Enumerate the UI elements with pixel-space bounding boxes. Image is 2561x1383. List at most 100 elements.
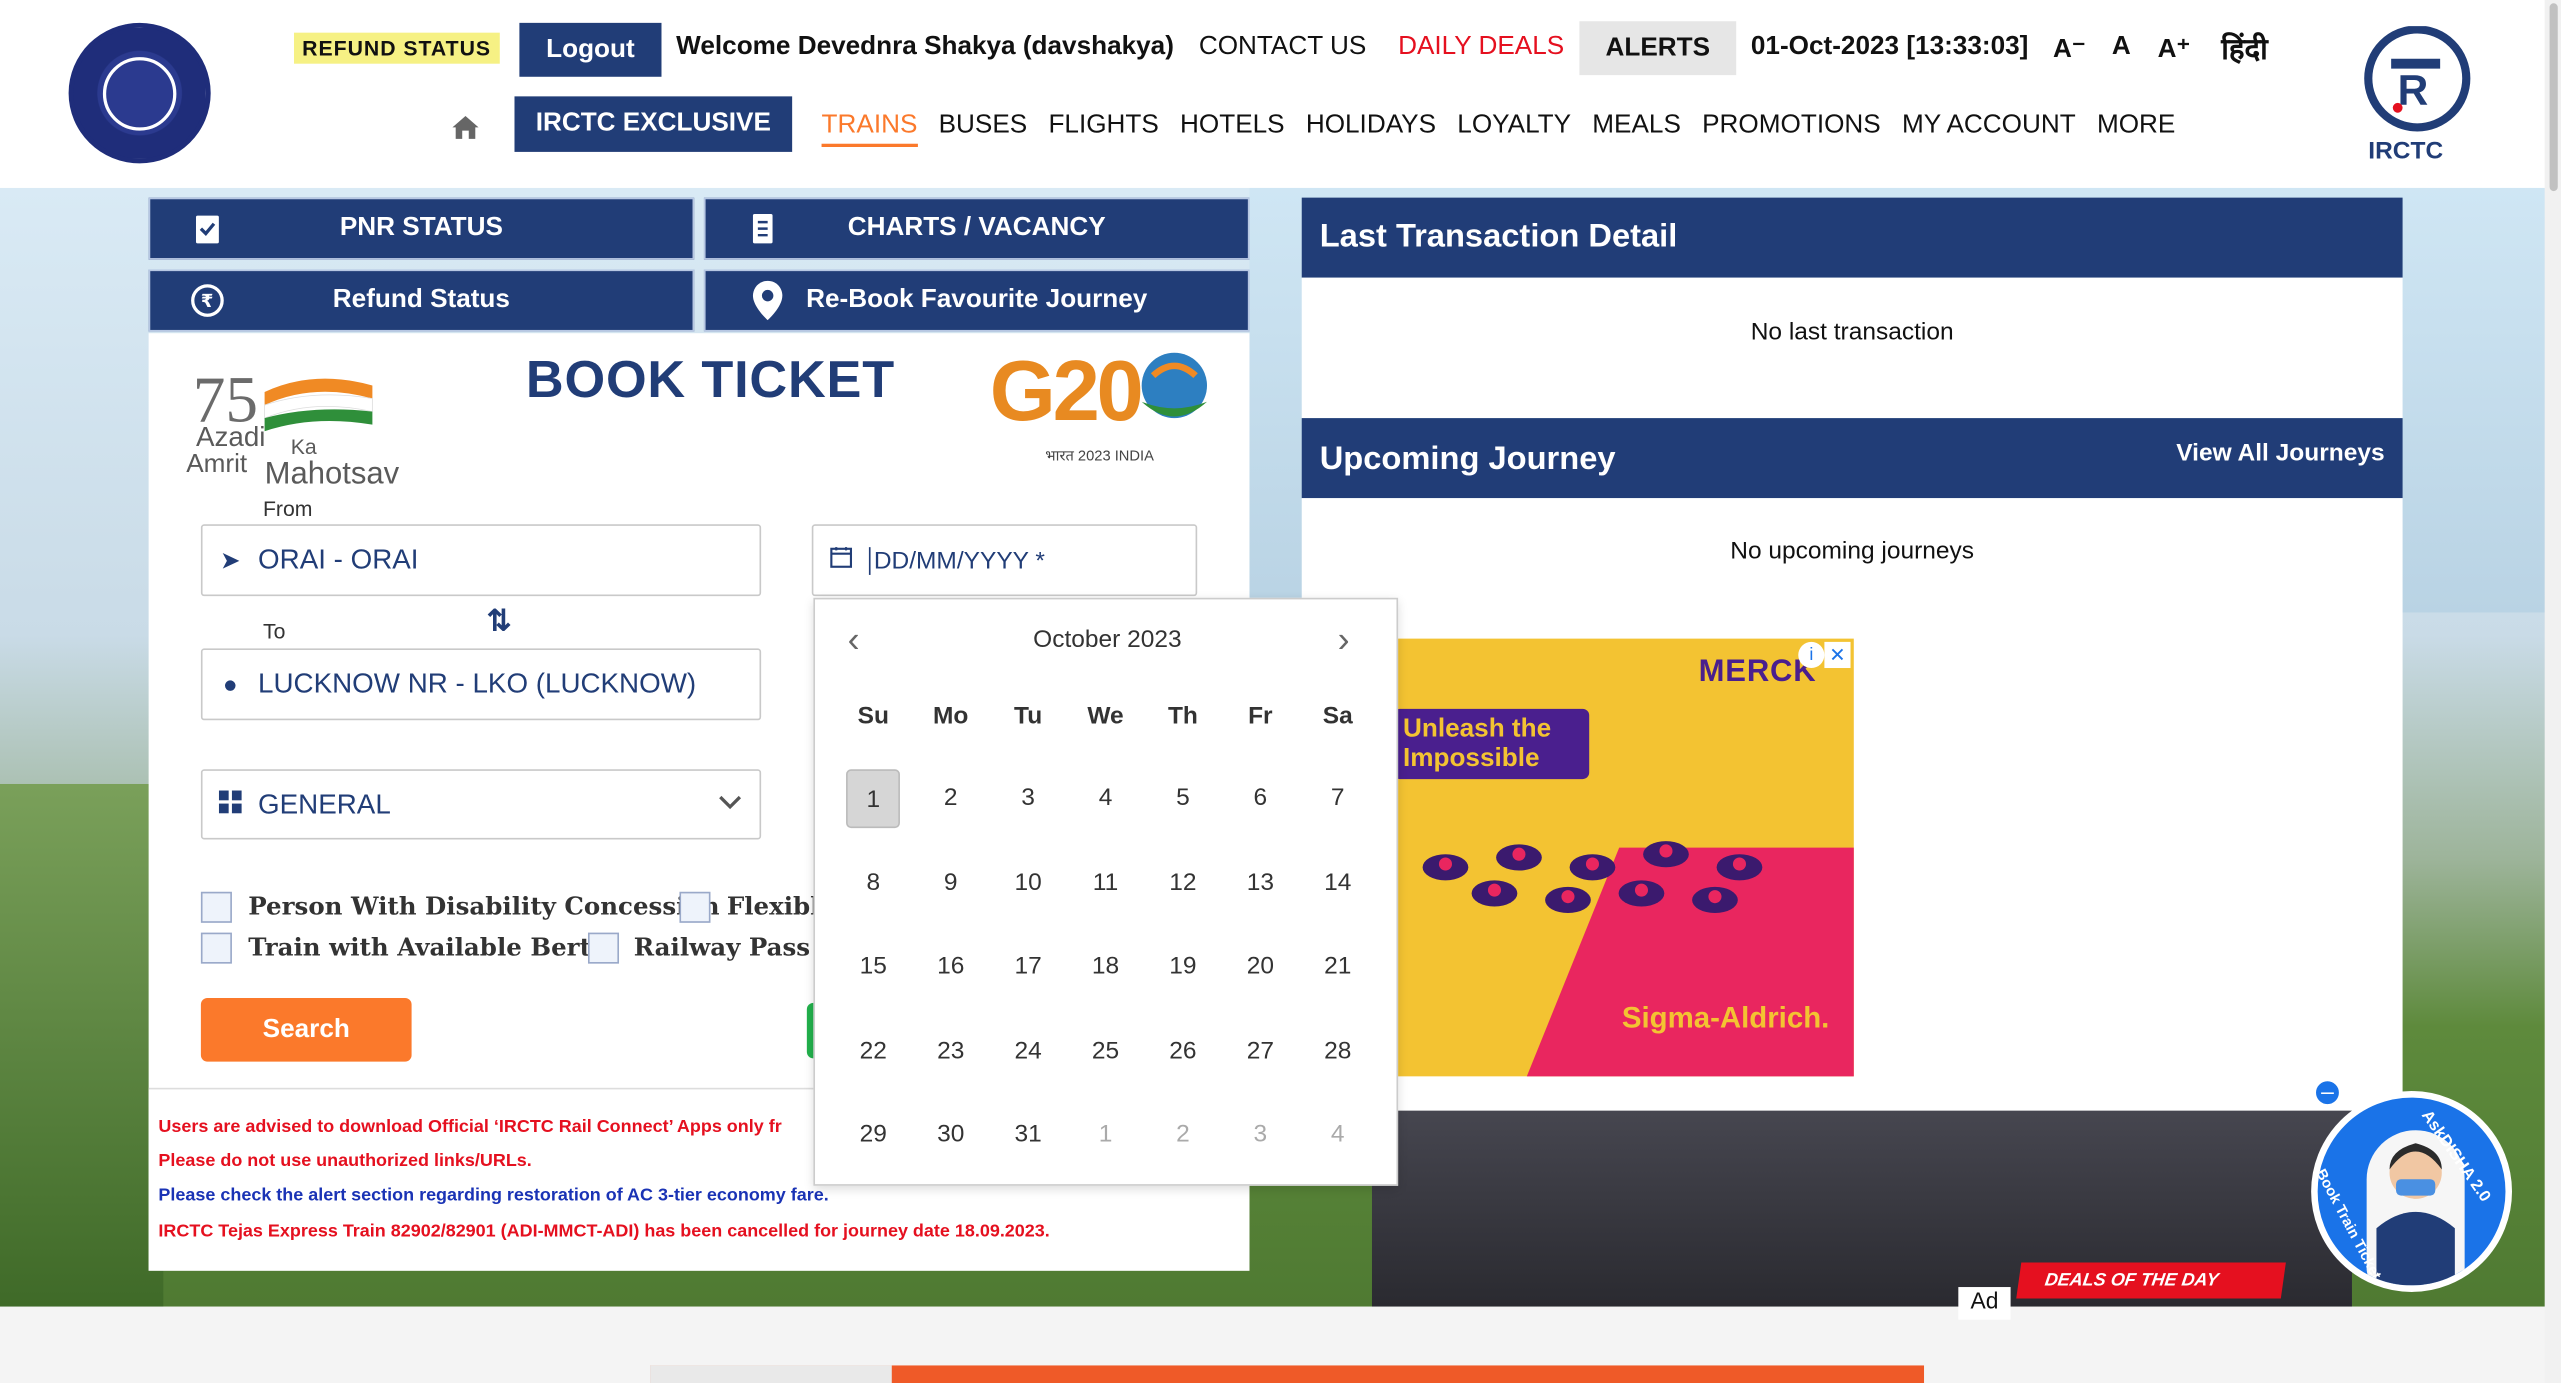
day-cell[interactable]: 31 — [989, 1121, 1066, 1149]
home-icon[interactable] — [449, 111, 482, 144]
day-cell[interactable]: 26 — [1144, 1037, 1221, 1065]
refund-status-tile[interactable]: ₹ Refund Status — [148, 269, 695, 332]
azadi-amrit-word: Amrit — [186, 450, 248, 479]
railway-pass-checkbox[interactable] — [587, 932, 620, 964]
ad-info-icon[interactable]: i — [1798, 641, 1825, 669]
ad-headline-line-2: Impossible — [1403, 744, 1540, 773]
pnr-status-tile[interactable]: PNR STATUS — [148, 197, 695, 260]
irctc-logo-text: IRCTC — [2368, 137, 2444, 165]
notice-text-3: Please check the alert section regarding… — [158, 1185, 829, 1206]
weekday-label: Tu — [1014, 701, 1043, 730]
day-cell[interactable]: 9 — [912, 869, 989, 897]
day-cell[interactable]: 27 — [1222, 1037, 1299, 1065]
journey-date-input[interactable]: DD/MM/YYYY * — [811, 524, 1198, 597]
day-cell-next-month[interactable]: 1 — [1067, 1121, 1144, 1149]
rebook-favourite-tile[interactable]: Re-Book Favourite Journey — [703, 269, 1250, 332]
nav-more[interactable]: MORE — [2097, 111, 2175, 147]
quota-select[interactable]: GENERAL — [200, 769, 762, 840]
nav-holidays[interactable]: HOLIDAYS — [1306, 111, 1436, 147]
nav-my-account[interactable]: MY ACCOUNT — [1902, 111, 2076, 147]
day-cell[interactable]: 24 — [989, 1037, 1066, 1065]
daily-deals-link[interactable]: DAILY DEALS — [1398, 33, 1564, 62]
font-increase-button[interactable]: A⁺ — [2158, 33, 2191, 66]
day-cell[interactable]: 14 — [1299, 869, 1376, 897]
page-scrollbar[interactable] — [2544, 0, 2561, 1383]
upcoming-journey-empty: No upcoming journeys — [1730, 537, 1975, 566]
scrollbar-thumb[interactable] — [2549, 3, 2558, 192]
day-cell[interactable]: 15 — [835, 953, 912, 981]
logout-button[interactable]: Logout — [519, 22, 662, 77]
day-cell[interactable]: 16 — [912, 953, 989, 981]
day-cell[interactable]: 28 — [1299, 1037, 1376, 1065]
site-header — [0, 0, 2561, 188]
minimize-chat-icon[interactable]: – — [2312, 1077, 2343, 1108]
nav-promotions[interactable]: PROMOTIONS — [1702, 111, 1881, 147]
flexible-date-checkbox[interactable] — [679, 891, 711, 923]
irctc-exclusive-button[interactable]: IRCTC EXCLUSIVE — [514, 96, 793, 152]
weekday-header-row: Su Mo Tu We Th Fr Sa — [835, 691, 1377, 740]
nav-flights[interactable]: FLIGHTS — [1048, 111, 1158, 147]
day-cell[interactable]: 11 — [1067, 869, 1144, 897]
font-normal-button[interactable]: A — [2112, 33, 2131, 62]
day-cell[interactable]: 19 — [1144, 953, 1221, 981]
view-all-journeys-link[interactable]: View All Journeys — [2176, 439, 2384, 467]
nav-meals[interactable]: MEALS — [1592, 111, 1681, 147]
day-cell-next-month[interactable]: 4 — [1299, 1121, 1376, 1149]
contact-us-link[interactable]: CONTACT US — [1199, 33, 1366, 62]
day-cell-next-month[interactable]: 3 — [1222, 1121, 1299, 1149]
ad-headline-line-1: Unleash the — [1403, 715, 1552, 744]
day-cell-next-month[interactable]: 2 — [1144, 1121, 1221, 1149]
to-station-value: LUCKNOW NR - LKO (LUCKNOW) — [258, 668, 697, 700]
azadi-word: Azadi — [195, 421, 266, 453]
upcoming-journey-header: Upcoming Journey View All Journeys — [1301, 418, 2403, 499]
day-cell[interactable]: 4 — [1067, 784, 1144, 812]
day-cell[interactable]: 30 — [912, 1121, 989, 1149]
day-cell[interactable]: 3 — [989, 784, 1066, 812]
day-cell[interactable]: 17 — [989, 953, 1066, 981]
day-cell[interactable]: 8 — [835, 869, 912, 897]
journey-date-placeholder: DD/MM/YYYY * — [868, 546, 1045, 575]
from-station-input[interactable]: ➤ ORAI - ORAI — [200, 524, 762, 597]
day-cell[interactable]: 22 — [835, 1037, 912, 1065]
disability-concession-checkbox[interactable] — [200, 891, 232, 923]
day-cell[interactable]: 7 — [1299, 784, 1376, 812]
clipboard-check-icon — [189, 211, 225, 247]
day-cell[interactable]: 13 — [1222, 869, 1299, 897]
font-decrease-button[interactable]: A⁻ — [2053, 33, 2086, 66]
calendar-icon — [813, 546, 869, 575]
day-cell[interactable]: 25 — [1067, 1037, 1144, 1065]
deals-of-the-day-banner[interactable]: DEALS OF THE DAY — [2016, 1262, 2286, 1299]
main-nav: TRAINS BUSES FLIGHTS HOTELS HOLIDAYS LOY… — [821, 111, 2176, 147]
chevron-right-icon[interactable]: › — [1338, 619, 1350, 661]
day-cell[interactable]: 21 — [1299, 953, 1376, 981]
day-cell-today[interactable]: 1 — [835, 768, 912, 828]
nav-trains[interactable]: TRAINS — [821, 111, 918, 147]
askdisha-chatbot[interactable]: AskDISHA 2.0 Book Train Ticket — [2311, 1091, 2513, 1292]
nav-hotels[interactable]: HOTELS — [1180, 111, 1285, 147]
swap-stations-icon[interactable]: ⇅ — [487, 604, 512, 638]
hindi-language-link[interactable]: हिंदी — [2221, 29, 2267, 68]
available-berth-checkbox[interactable] — [200, 932, 232, 964]
day-cell[interactable]: 6 — [1222, 784, 1299, 812]
merck-advertisement[interactable]: MERCK Unleash the Impossible Sigma-Aldri… — [1396, 638, 1854, 1077]
azadi-ka-word: Ka — [290, 434, 317, 459]
day-cell[interactable]: 23 — [912, 1037, 989, 1065]
day-cell[interactable]: 12 — [1144, 869, 1221, 897]
irctc-logo[interactable]: R IRCTC — [2355, 25, 2479, 166]
ad-close-icon[interactable]: ✕ — [1824, 641, 1851, 669]
refund-status-badge[interactable]: REFUND STATUS — [293, 32, 500, 64]
weekday-label: Fr — [1248, 701, 1273, 730]
nav-buses[interactable]: BUSES — [939, 111, 1028, 147]
to-station-input[interactable]: ● LUCKNOW NR - LKO (LUCKNOW) — [200, 648, 762, 721]
day-cell[interactable]: 20 — [1222, 953, 1299, 981]
alerts-button[interactable]: ALERTS — [1579, 21, 1737, 76]
indian-railways-logo[interactable] — [68, 22, 211, 164]
nav-loyalty[interactable]: LOYALTY — [1457, 111, 1571, 147]
day-cell[interactable]: 10 — [989, 869, 1066, 897]
day-cell[interactable]: 29 — [835, 1121, 912, 1149]
charts-vacancy-tile[interactable]: CHARTS / VACANCY — [703, 197, 1250, 260]
day-cell[interactable]: 2 — [912, 784, 989, 812]
search-button[interactable]: Search — [200, 997, 412, 1062]
day-cell[interactable]: 18 — [1067, 953, 1144, 981]
day-cell[interactable]: 5 — [1144, 784, 1221, 812]
